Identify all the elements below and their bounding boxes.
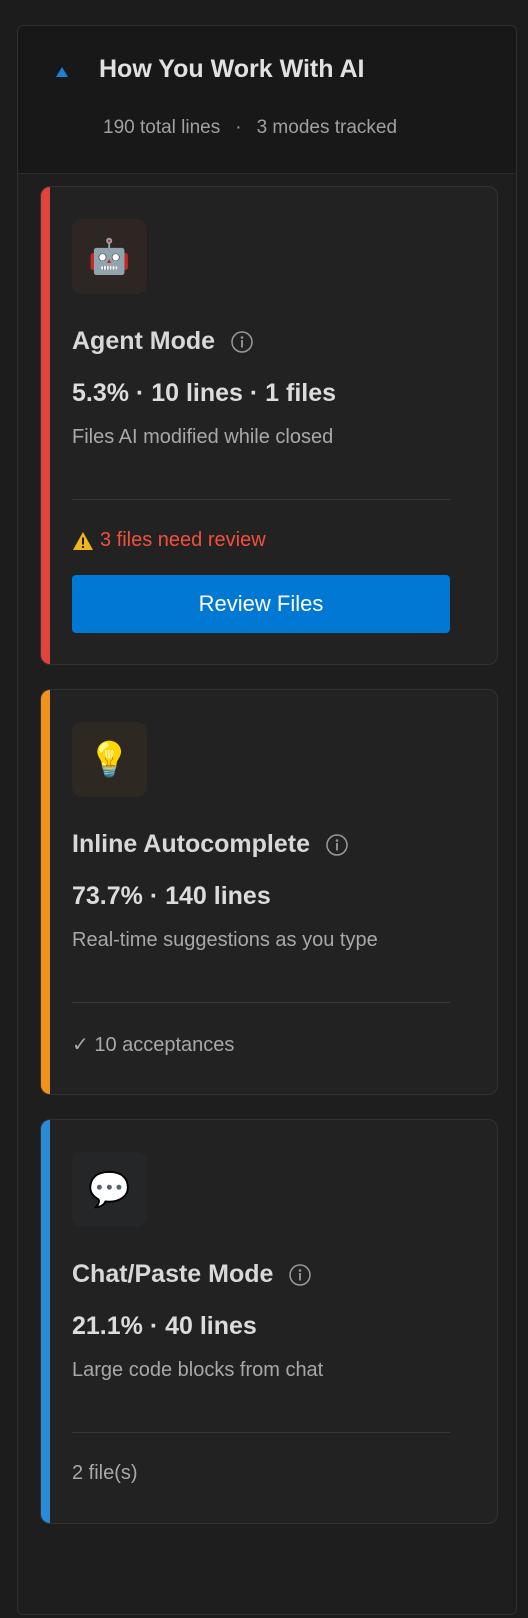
summary-separator: ·: [235, 117, 242, 138]
review-files-button[interactable]: Review Files: [72, 575, 450, 633]
robot-icon: 🤖: [72, 219, 147, 294]
card-title-row: Chat/Paste Mode: [72, 1260, 312, 1289]
caret-up-icon[interactable]: [54, 64, 70, 80]
panel-header: How You Work With AI 190 total lines · 3 m…: [18, 26, 516, 174]
warning-icon: [73, 531, 93, 550]
card-title-row: Agent Mode: [72, 327, 253, 356]
total-lines: 190 total lines: [103, 117, 221, 138]
acceptances-count: ✓ 10 acceptances: [72, 1034, 235, 1056]
ai-usage-panel: How You Work With AI 190 total lines · 3 m…: [17, 25, 517, 1615]
panel-title: How You Work With AI: [99, 55, 365, 83]
card-title: Inline Autocomplete: [72, 830, 310, 858]
card-divider: [72, 1002, 450, 1003]
card-accent-bar: [41, 690, 50, 1094]
info-icon[interactable]: [289, 1263, 312, 1286]
review-warning: 3 files need review: [72, 529, 266, 552]
lightbulb-icon: 💡: [72, 722, 147, 797]
warning-text: 3 files need review: [100, 529, 266, 551]
card-divider: [72, 1432, 450, 1433]
card-title-row: Inline Autocomplete: [72, 830, 348, 859]
card-stats: 5.3% · 10 lines · 1 files: [72, 379, 337, 407]
modes-tracked: 3 modes tracked: [256, 117, 398, 138]
file-count: 2 file(s): [72, 1462, 138, 1484]
card-description: Files AI modified while closed: [72, 426, 334, 448]
speech-bubble-icon: 💬: [72, 1152, 147, 1227]
card-accent-bar: [41, 187, 50, 664]
info-icon[interactable]: [231, 330, 253, 353]
inline-autocomplete-card: 💡 Inline Autocomplete 73.7% · 140 lines …: [40, 689, 498, 1095]
card-stats: 73.7% · 140 lines: [72, 882, 271, 910]
card-description: Real-time suggestions as you type: [72, 929, 378, 951]
card-divider: [72, 499, 450, 500]
card-title: Chat/Paste Mode: [72, 1260, 274, 1288]
card-stats: 21.1% · 40 lines: [72, 1312, 257, 1340]
card-title: Agent Mode: [72, 327, 216, 355]
panel-summary: 190 total lines · 3 modes tracked: [103, 117, 397, 139]
chat-paste-mode-card: 💬 Chat/Paste Mode 21.1% · 40 lines Large…: [40, 1119, 498, 1524]
card-description: Large code blocks from chat: [72, 1359, 324, 1381]
agent-mode-card: 🤖 Agent Mode 5.3% · 10 lines · 1 files F…: [40, 186, 498, 665]
card-accent-bar: [41, 1120, 50, 1523]
info-icon[interactable]: [326, 833, 348, 856]
